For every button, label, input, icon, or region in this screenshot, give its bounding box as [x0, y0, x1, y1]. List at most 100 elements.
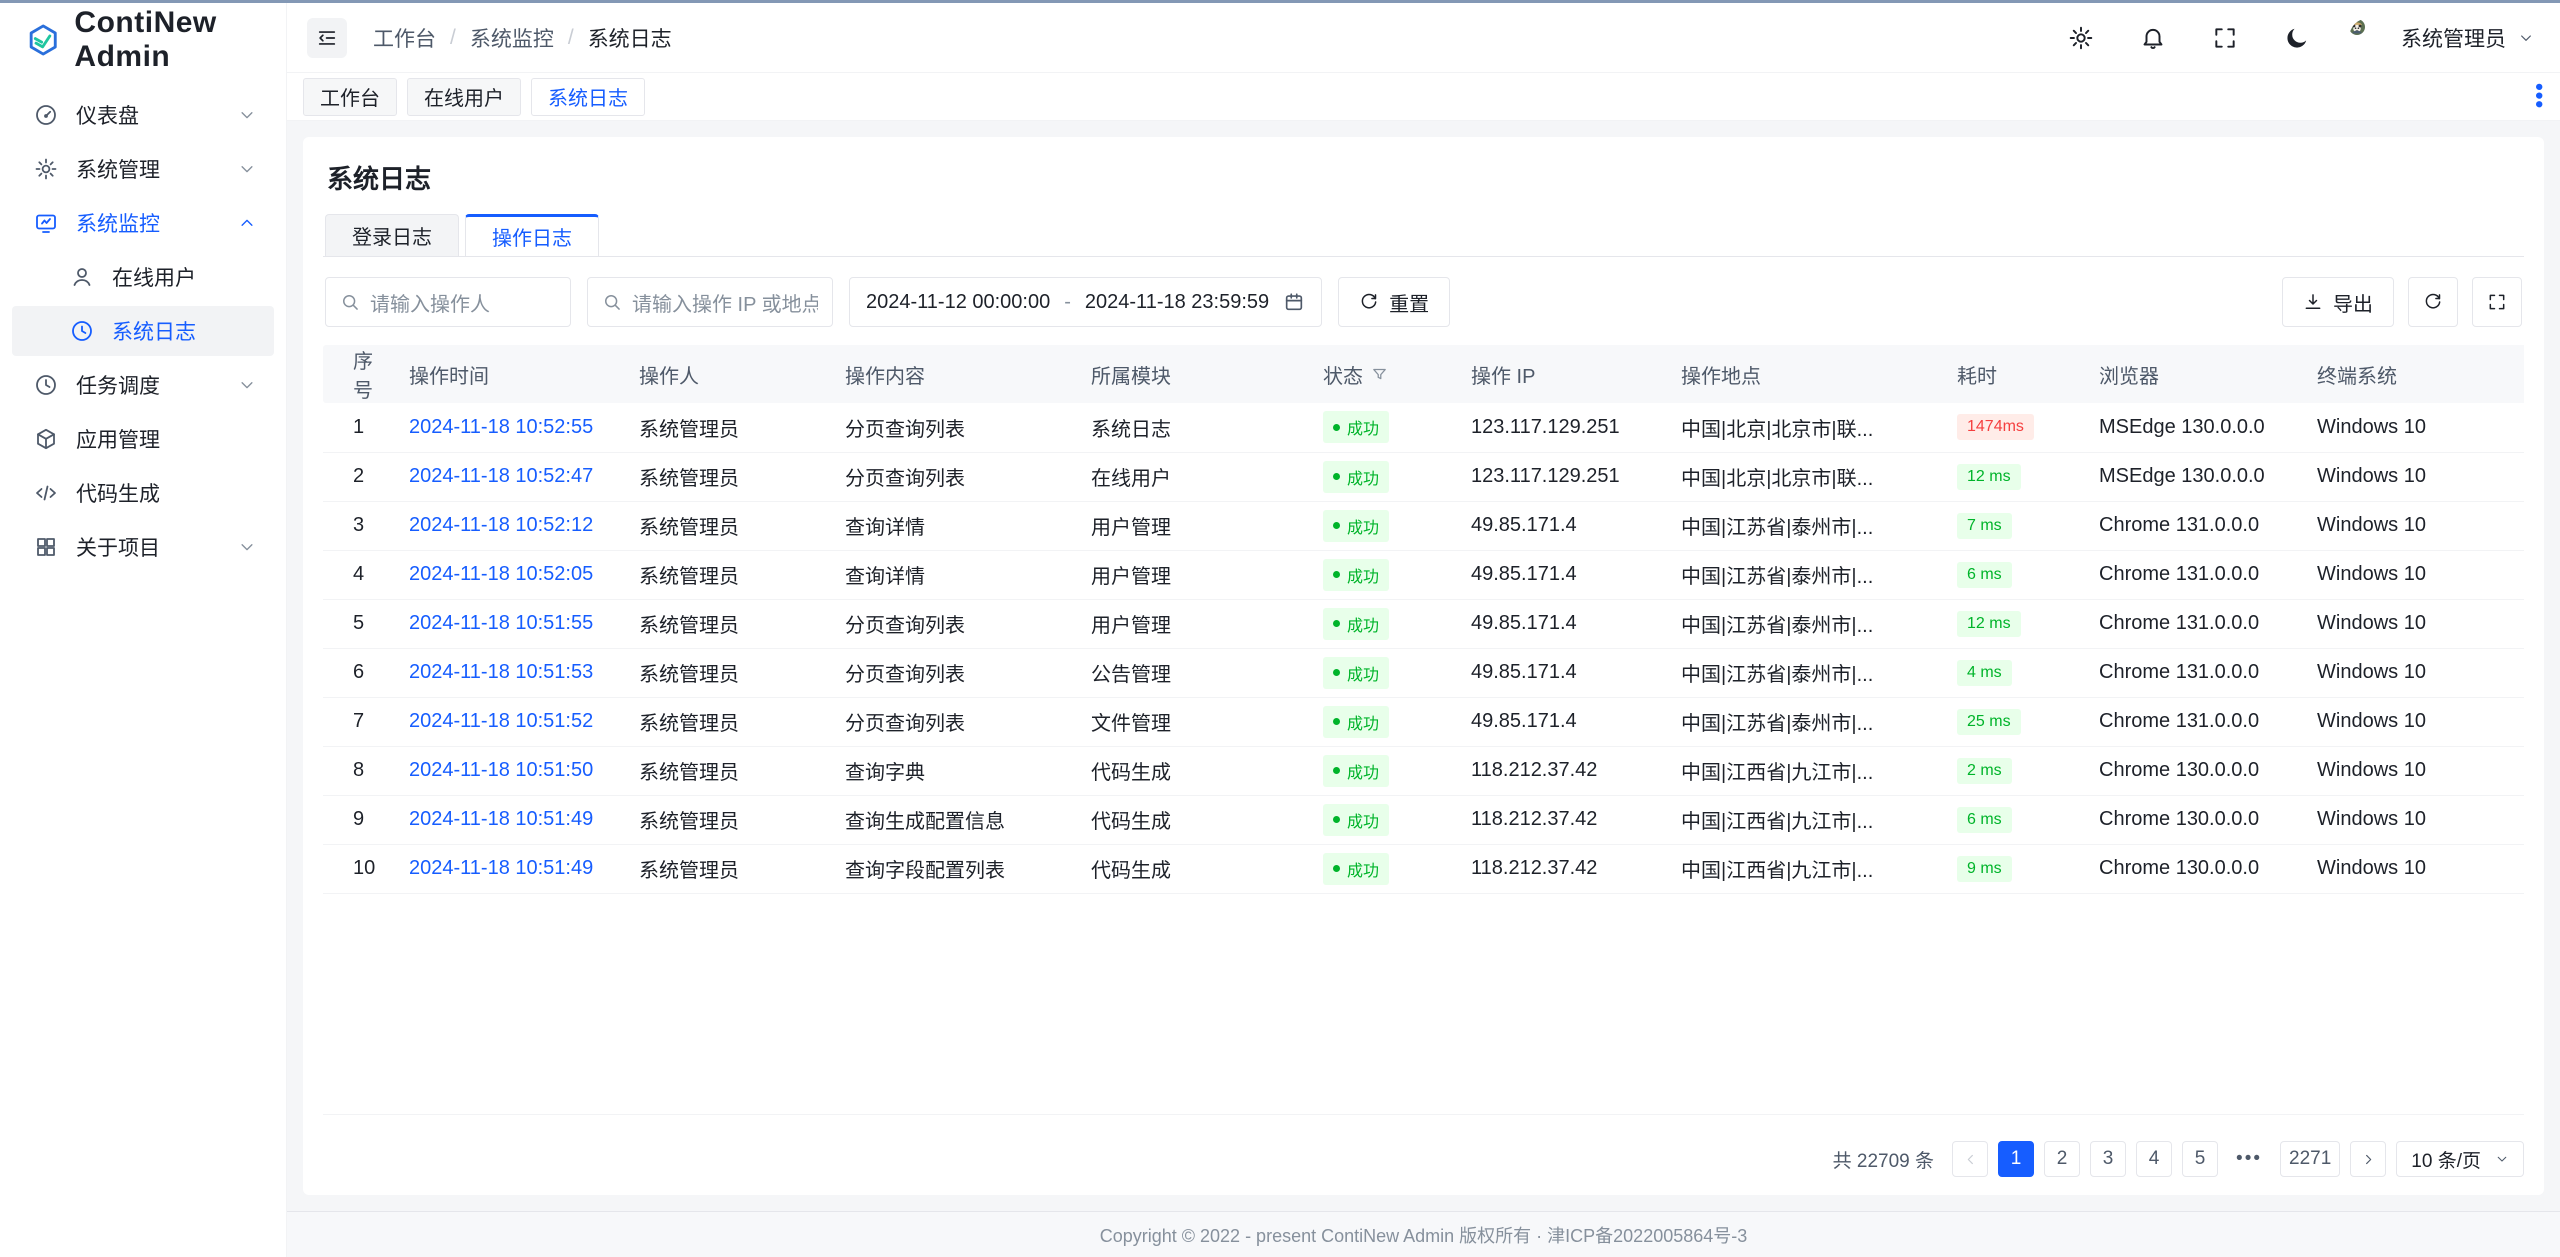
chevron-down-icon	[2518, 30, 2534, 46]
cell-browser: Chrome 131.0.0.0	[2089, 648, 2307, 697]
sidebar-item-about-project[interactable]: 关于项目	[12, 522, 274, 572]
cell-ip: 123.117.129.251	[1461, 403, 1671, 452]
sidebar-item-system-monitor[interactable]: 系统监控	[12, 198, 274, 248]
cell-index: 8	[323, 746, 399, 795]
table-fullscreen-button[interactable]	[2472, 277, 2522, 327]
cell-time: 2024-11-18 10:51:50	[399, 746, 629, 795]
cell-content: 查询详情	[835, 501, 1081, 550]
operation-time-link[interactable]: 2024-11-18 10:52:47	[409, 465, 593, 487]
code-icon	[34, 481, 58, 505]
cell-content: 分页查询列表	[835, 403, 1081, 452]
user-menu[interactable]: 系统管理员	[2349, 18, 2534, 58]
pagination-page-3[interactable]: 3	[2090, 1141, 2126, 1177]
cell-time: 2024-11-18 10:51:55	[399, 599, 629, 648]
operation-time-link[interactable]: 2024-11-18 10:51:55	[409, 612, 593, 634]
cell-duration: 7 ms	[1947, 501, 2089, 550]
menu-fold-icon	[316, 27, 338, 49]
page-tab-online-users[interactable]: 在线用户	[407, 78, 521, 116]
refresh-table-button[interactable]	[2408, 277, 2458, 327]
log-table: 序号 操作时间 操作人 操作内容 所属模块 状态 操作 IP 操作	[323, 345, 2524, 1115]
top-navbar: 工作台 / 系统监控 / 系统日志	[287, 3, 2560, 73]
pagination-prev-button[interactable]	[1952, 1141, 1988, 1177]
cell-location: 中国|北京|北京市|联...	[1671, 452, 1947, 501]
operation-time-link[interactable]: 2024-11-18 10:51:52	[409, 710, 593, 732]
duration-badge: 12 ms	[1957, 611, 2021, 637]
breadcrumb-system-monitor[interactable]: 系统监控	[470, 23, 554, 53]
page-tab-system-log[interactable]: 系统日志	[531, 78, 645, 116]
operation-time-link[interactable]: 2024-11-18 10:51:50	[409, 759, 593, 781]
cell-operator: 系统管理员	[629, 403, 835, 452]
sidebar: ContiNew Admin 仪表盘 系统管理 系统监控 在线用户	[0, 3, 287, 1257]
cell-time: 2024-11-18 10:51:52	[399, 697, 629, 746]
chevron-right-icon	[2361, 1152, 2376, 1167]
status-badge: 成功	[1323, 608, 1389, 640]
pagination-page-last[interactable]: 2271	[2280, 1141, 2340, 1177]
cell-location: 中国|江苏省|泰州市|...	[1671, 648, 1947, 697]
notifications-button[interactable]	[2133, 18, 2173, 58]
operation-time-link[interactable]: 2024-11-18 10:51:49	[409, 857, 593, 879]
dark-mode-button[interactable]	[2277, 18, 2317, 58]
chevron-down-icon	[238, 106, 256, 124]
copyright-text: Copyright © 2022 - present ContiNew Admi…	[1100, 1222, 1748, 1248]
cell-ip: 123.117.129.251	[1461, 452, 1671, 501]
page-size-select[interactable]: 10 条/页	[2396, 1141, 2524, 1177]
cell-module: 文件管理	[1081, 697, 1313, 746]
settings-button[interactable]	[2061, 18, 2101, 58]
cell-status: 成功	[1313, 844, 1461, 893]
tab-operation-log[interactable]: 操作日志	[465, 214, 599, 256]
operator-search-input[interactable]: 请输入操作人	[325, 277, 571, 327]
sidebar-item-system-log[interactable]: 系统日志	[12, 306, 274, 356]
fullscreen-button[interactable]	[2205, 18, 2245, 58]
sidebar-item-system-management[interactable]: 系统管理	[12, 144, 274, 194]
sidebar-collapse-button[interactable]	[307, 18, 347, 58]
cell-os: Windows 10	[2307, 550, 2524, 599]
cube-icon	[34, 427, 58, 451]
logo-icon	[26, 20, 60, 60]
export-button[interactable]: 导出	[2282, 277, 2394, 327]
tab-login-log[interactable]: 登录日志	[325, 214, 459, 256]
sidebar-item-task-scheduler[interactable]: 任务调度	[12, 360, 274, 410]
operation-time-link[interactable]: 2024-11-18 10:52:05	[409, 563, 593, 585]
tab-bar-more-icon[interactable]: •••	[2534, 83, 2544, 109]
date-range-picker[interactable]: 2024-11-12 00:00:00 - 2024-11-18 23:59:5…	[849, 277, 1322, 327]
pagination-page-4[interactable]: 4	[2136, 1141, 2172, 1177]
cell-module: 公告管理	[1081, 648, 1313, 697]
cell-content: 查询详情	[835, 550, 1081, 599]
breadcrumb-workbench[interactable]: 工作台	[373, 23, 436, 53]
cell-index: 4	[323, 550, 399, 599]
sidebar-item-app-management[interactable]: 应用管理	[12, 414, 274, 464]
ip-search-input[interactable]: 请输入操作 IP 或地点	[587, 277, 833, 327]
monitor-icon	[34, 211, 58, 235]
pagination-next-button[interactable]	[2350, 1141, 2386, 1177]
status-badge: 成功	[1323, 461, 1389, 493]
sidebar-item-code-generation[interactable]: 代码生成	[12, 468, 274, 518]
cell-content: 分页查询列表	[835, 648, 1081, 697]
duration-badge: 25 ms	[1957, 709, 2021, 735]
pagination-ellipsis[interactable]: •••	[2228, 1141, 2270, 1177]
cell-index: 2	[323, 452, 399, 501]
sidebar-item-dashboard[interactable]: 仪表盘	[12, 90, 274, 140]
cell-time: 2024-11-18 10:52:05	[399, 550, 629, 599]
pagination-total: 共 22709 条	[1833, 1146, 1934, 1173]
moon-icon	[2284, 25, 2310, 51]
status-badge: 成功	[1323, 559, 1389, 591]
pagination-page-2[interactable]: 2	[2044, 1141, 2080, 1177]
pagination-page-5[interactable]: 5	[2182, 1141, 2218, 1177]
operation-time-link[interactable]: 2024-11-18 10:52:55	[409, 416, 593, 438]
app-logo[interactable]: ContiNew Admin	[0, 3, 286, 76]
cell-operator: 系统管理员	[629, 697, 835, 746]
sidebar-item-online-users[interactable]: 在线用户	[12, 252, 274, 302]
duration-badge: 4 ms	[1957, 660, 2012, 686]
cell-browser: Chrome 131.0.0.0	[2089, 550, 2307, 599]
filter-icon[interactable]	[1371, 366, 1388, 383]
refresh-icon	[1359, 292, 1379, 312]
cell-duration: 25 ms	[1947, 697, 2089, 746]
cell-status: 成功	[1313, 648, 1461, 697]
table-row: 102024-11-18 10:51:49系统管理员查询字段配置列表代码生成成功…	[323, 844, 2524, 893]
operation-time-link[interactable]: 2024-11-18 10:51:49	[409, 808, 593, 830]
pagination-page-1[interactable]: 1	[1998, 1141, 2034, 1177]
operation-time-link[interactable]: 2024-11-18 10:52:12	[409, 514, 593, 536]
reset-button[interactable]: 重置	[1338, 277, 1450, 327]
page-tab-workbench[interactable]: 工作台	[303, 78, 397, 116]
operation-time-link[interactable]: 2024-11-18 10:51:53	[409, 661, 593, 683]
